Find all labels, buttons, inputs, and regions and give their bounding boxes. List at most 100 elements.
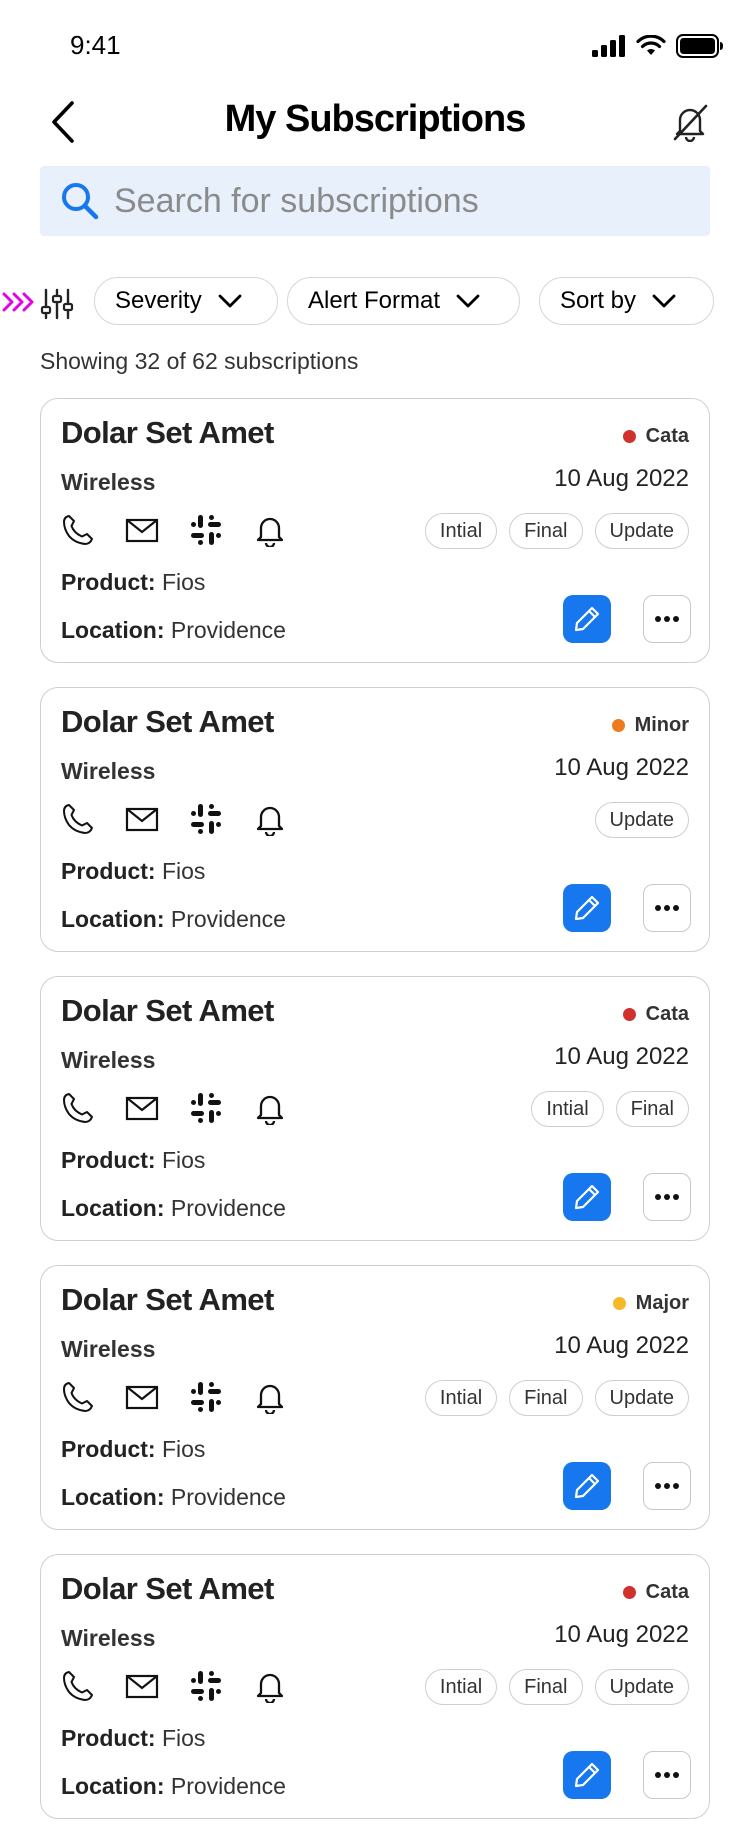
- location-row: Location: Providence: [61, 1195, 286, 1222]
- search-bar: [40, 166, 710, 236]
- bell-slash-icon: [673, 104, 708, 143]
- more-options-button[interactable]: [643, 595, 691, 643]
- bell-icon: [253, 1380, 287, 1416]
- severity-label: Major: [635, 1292, 689, 1314]
- location-value: Providence: [170, 1773, 286, 1799]
- slack-icon: [189, 1380, 223, 1414]
- location-value: Providence: [170, 1195, 286, 1221]
- subscription-card[interactable]: Dolar Set Amet Cata Wireless 10 Aug 2022: [40, 398, 710, 663]
- wifi-icon: [636, 35, 666, 55]
- more-options-button[interactable]: [643, 1173, 691, 1221]
- severity-dot: [622, 430, 636, 443]
- card-category: Wireless: [61, 758, 156, 784]
- alert-format-tags: Intial Final Update: [424, 513, 689, 549]
- alert-format-tag: Intial: [424, 1380, 498, 1416]
- card-title: Dolar Set Amet: [61, 704, 274, 739]
- chevron-down-icon: [218, 294, 242, 308]
- phone-icon: [61, 1669, 95, 1703]
- edit-button[interactable]: [563, 884, 611, 932]
- ellipsis-icon: [655, 1194, 679, 1200]
- location-label: Location:: [61, 1195, 165, 1221]
- pencil-icon: [574, 606, 600, 632]
- severity-dot: [622, 1586, 636, 1599]
- location-row: Location: Providence: [61, 617, 286, 644]
- alert-format-tag: Final: [509, 1669, 583, 1705]
- sort-by-filter[interactable]: Sort by: [539, 277, 714, 325]
- pencil-icon: [574, 895, 600, 921]
- product-row: Product: Fios: [61, 1436, 205, 1463]
- edit-button[interactable]: [563, 1751, 611, 1799]
- alert-format-filter[interactable]: Alert Format: [287, 277, 520, 325]
- bell-icon: [253, 513, 287, 549]
- location-row: Location: Providence: [61, 906, 286, 933]
- card-title: Dolar Set Amet: [61, 1571, 274, 1606]
- subscription-card[interactable]: Dolar Set Amet Cata Wireless 10 Aug 2022: [40, 976, 710, 1241]
- chevrons-icon: [2, 292, 34, 312]
- ellipsis-icon: [655, 905, 679, 911]
- edit-button[interactable]: [563, 1462, 611, 1510]
- alert-format-tags: Intial Final Update: [424, 1669, 689, 1705]
- location-label: Location:: [61, 906, 165, 932]
- pencil-icon: [574, 1762, 600, 1788]
- slack-icon: [189, 513, 223, 547]
- alert-format-tags: Update: [594, 802, 689, 838]
- location-row: Location: Providence: [61, 1773, 286, 1800]
- alert-format-tag: Final: [615, 1091, 689, 1127]
- product-value: Fios: [161, 1147, 206, 1173]
- ellipsis-icon: [655, 1483, 679, 1489]
- severity-filter[interactable]: Severity: [94, 277, 278, 325]
- more-options-button[interactable]: [643, 1751, 691, 1799]
- mail-icon: [125, 1091, 159, 1125]
- phone-icon: [61, 513, 95, 547]
- location-value: Providence: [170, 617, 286, 643]
- alert-format-tag: Update: [594, 1669, 689, 1705]
- product-label: Product:: [61, 1725, 156, 1751]
- card-title: Dolar Set Amet: [61, 1282, 274, 1317]
- search-icon: [62, 183, 99, 220]
- alert-format-tag: Update: [594, 802, 689, 838]
- severity-dot: [612, 1297, 626, 1310]
- bell-icon: [253, 1091, 287, 1127]
- product-value: Fios: [161, 569, 206, 595]
- product-value: Fios: [161, 858, 206, 884]
- product-label: Product:: [61, 1147, 156, 1173]
- severity-label: Cata: [645, 1003, 689, 1025]
- phone-icon: [61, 1091, 95, 1125]
- bell-icon: [253, 1669, 287, 1705]
- filter-row: Severity Alert Format Sort by: [0, 277, 750, 329]
- more-options-button[interactable]: [643, 884, 691, 932]
- card-date: 10 Aug 2022: [554, 754, 689, 781]
- alert-format-tag: Intial: [424, 1669, 498, 1705]
- location-value: Providence: [170, 1484, 286, 1510]
- subscription-card[interactable]: Dolar Set Amet Major Wireless 10 Aug 202…: [40, 1265, 710, 1530]
- product-value: Fios: [161, 1436, 206, 1462]
- battery-icon: [676, 34, 723, 58]
- chevron-down-icon: [456, 294, 480, 308]
- subscription-card[interactable]: Dolar Set Amet Cata Wireless 10 Aug 2022: [40, 1554, 710, 1819]
- phone-icon: [61, 1380, 95, 1414]
- location-label: Location:: [61, 617, 165, 643]
- edit-button[interactable]: [563, 1173, 611, 1221]
- status-icons: [592, 34, 724, 58]
- alert-format-filter-label: Alert Format: [308, 287, 441, 314]
- slack-icon: [189, 1669, 223, 1703]
- search-input[interactable]: [112, 180, 686, 222]
- edit-button[interactable]: [563, 595, 611, 643]
- severity-label: Minor: [634, 714, 689, 736]
- status-time: 9:41: [70, 30, 121, 60]
- product-row: Product: Fios: [61, 569, 205, 596]
- subscription-card[interactable]: Dolar Set Amet Minor Wireless 10 Aug 202…: [40, 687, 710, 952]
- header: My Subscriptions: [0, 92, 750, 152]
- severity-label: Cata: [645, 1581, 689, 1603]
- alert-channels: [61, 513, 287, 549]
- product-row: Product: Fios: [61, 1725, 205, 1752]
- more-options-button[interactable]: [643, 1462, 691, 1510]
- card-date: 10 Aug 2022: [554, 1332, 689, 1359]
- results-count: Showing 32 of 62 subscriptions: [40, 348, 359, 374]
- mute-notifications-button[interactable]: [670, 102, 714, 146]
- card-category: Wireless: [61, 1625, 156, 1651]
- sliders-icon[interactable]: [40, 287, 74, 321]
- severity-dot: [622, 1008, 636, 1021]
- bell-icon: [253, 802, 287, 838]
- mail-icon: [125, 513, 159, 547]
